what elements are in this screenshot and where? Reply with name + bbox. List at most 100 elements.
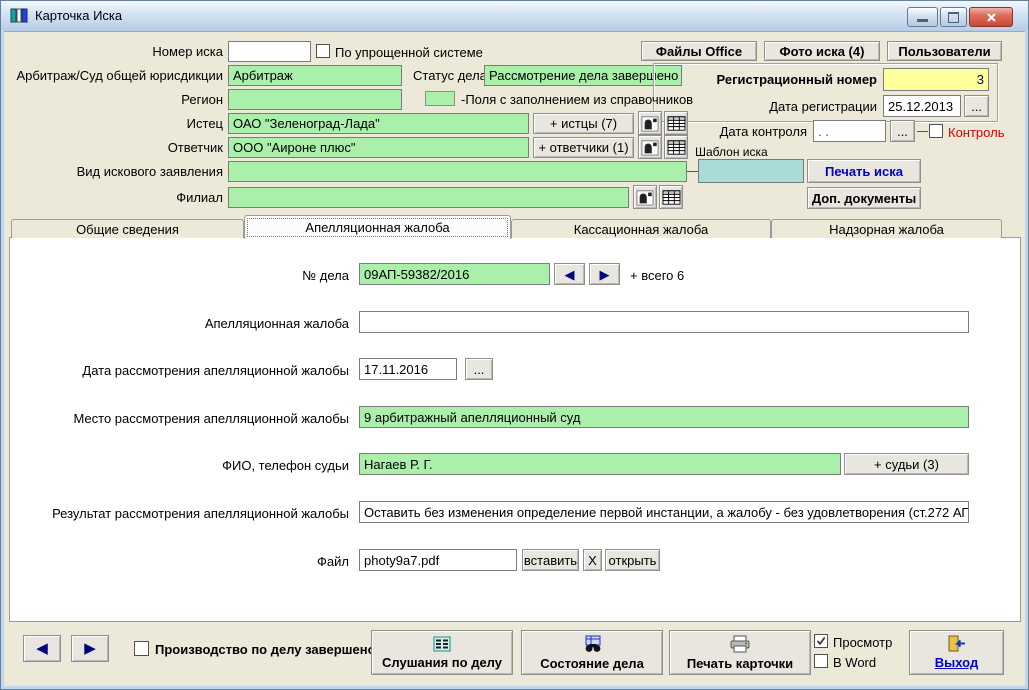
printer-icon — [729, 635, 751, 653]
word-checkbox[interactable] — [814, 654, 828, 668]
close-button[interactable] — [969, 7, 1013, 27]
users-button[interactable]: Пользователи — [887, 41, 1002, 61]
hearings-button-label: Слушания по делу — [382, 655, 502, 670]
close-icon — [986, 12, 997, 23]
branch-table-button[interactable] — [659, 185, 683, 209]
registration-date-picker-button[interactable]: ... — [964, 95, 989, 117]
print-card-button[interactable]: Печать карточки — [669, 630, 811, 675]
photo-button[interactable]: Фото иска (4) — [764, 41, 880, 61]
defendant-field[interactable]: ООО "Аироне плюс" — [228, 137, 529, 158]
legend-swatch — [425, 91, 455, 106]
case-next-button[interactable]: ▶ — [589, 263, 620, 285]
arrow-left-icon: ◀ — [565, 268, 575, 281]
hearings-grid-icon — [433, 636, 451, 652]
control-checkbox[interactable] — [929, 124, 943, 138]
registration-number-label: Регистрационный номер — [661, 72, 877, 87]
claim-type-field[interactable] — [228, 161, 687, 182]
branch-field[interactable] — [228, 187, 629, 208]
table-icon — [662, 189, 681, 206]
control-date-picker-button[interactable]: ... — [890, 120, 915, 142]
review-date-field[interactable]: 17.11.2016 — [359, 358, 457, 380]
defendant-label: Ответчик — [1, 140, 223, 155]
minimize-button[interactable] — [907, 7, 938, 27]
control-date-field[interactable]: . . — [813, 120, 886, 142]
tab-appeal[interactable]: Апелляционная жалоба — [244, 215, 511, 239]
file-open-button[interactable]: открыть — [605, 549, 660, 571]
case-card-window: Карточка Иска Номер иска По упрощенной с… — [0, 0, 1029, 690]
preview-checkbox-label: Просмотр — [833, 635, 892, 650]
case-number-label: № дела — [101, 268, 349, 283]
judge-label: ФИО, телефон судьи — [21, 458, 349, 473]
judges-list-button[interactable]: + судьи (3) — [844, 453, 969, 475]
plaintiff-field[interactable]: ОАО "Зеленоград-Лада" — [228, 113, 529, 134]
file-label: Файл — [21, 554, 349, 569]
books-icon — [10, 7, 29, 27]
template-field[interactable] — [698, 159, 804, 183]
plaintiffs-list-button[interactable]: + истцы (7) — [533, 113, 634, 134]
check-icon — [816, 636, 826, 646]
file-clear-button[interactable]: X — [583, 549, 602, 571]
simplified-checkbox[interactable] — [316, 44, 330, 58]
files-office-button[interactable]: Файлы Office — [641, 41, 757, 61]
hearings-button[interactable]: Слушания по делу — [371, 630, 513, 675]
region-field[interactable] — [228, 89, 402, 110]
template-connector-line — [687, 171, 698, 172]
defendant-table-button[interactable] — [664, 135, 688, 159]
exit-button[interactable]: Выход — [909, 630, 1004, 675]
court-label: Арбитраж/Суд общей юрисдикции — [1, 68, 223, 83]
registration-date-field[interactable]: 25.12.2013 — [883, 95, 961, 117]
defendants-list-button[interactable]: + ответчики (1) — [533, 137, 634, 158]
exit-button-label: Выход — [935, 655, 978, 670]
case-prev-button[interactable]: ◀ — [554, 263, 585, 285]
control-checkbox-label: Контроль — [948, 125, 1004, 140]
appeal-label: Апелляционная жалоба — [61, 316, 349, 331]
file-field[interactable]: photy9a7.pdf — [359, 549, 517, 571]
file-insert-button[interactable]: вставить — [522, 549, 579, 571]
template-label: Шаблон иска — [695, 145, 768, 159]
review-date-label: Дата рассмотрения апелляционной жалобы — [21, 363, 349, 378]
tab-supervisory[interactable]: Надзорная жалоба — [771, 219, 1002, 238]
tab-cassation[interactable]: Кассационная жалоба — [511, 219, 771, 238]
branch-photo-button[interactable] — [633, 185, 657, 209]
camera-icon — [641, 115, 659, 132]
claim-number-label: Номер иска — [1, 44, 223, 59]
appeal-field[interactable] — [359, 311, 969, 333]
case-finished-checkbox[interactable] — [134, 641, 149, 656]
case-number-field[interactable]: 09АП-59382/2016 — [359, 263, 550, 285]
camera-icon — [636, 189, 654, 206]
camera-icon — [641, 139, 659, 156]
print-claim-button[interactable]: Печать иска — [807, 159, 921, 183]
status-label: Статус дела — [413, 68, 487, 83]
claim-number-field[interactable] — [228, 41, 311, 62]
preview-checkbox[interactable] — [814, 634, 828, 648]
plaintiff-photo-button[interactable] — [638, 111, 662, 135]
court-field[interactable]: Арбитраж — [228, 65, 402, 86]
plaintiff-table-button[interactable] — [664, 111, 688, 135]
word-checkbox-label: В Word — [833, 655, 876, 670]
tab-general[interactable]: Общие сведения — [11, 219, 244, 238]
review-place-label: Место рассмотрения апелляционной жалобы — [21, 411, 349, 426]
registration-number-field[interactable]: 3 — [883, 68, 989, 91]
arrow-left-icon: ◀ — [36, 641, 48, 656]
control-connector-line — [917, 131, 928, 132]
arrow-right-icon: ▶ — [600, 268, 610, 281]
maximize-button[interactable] — [940, 7, 967, 27]
review-date-picker-button[interactable]: ... — [465, 358, 493, 380]
extra-docs-button[interactable]: Доп. документы — [807, 187, 921, 209]
print-card-button-label: Печать карточки — [687, 656, 793, 671]
case-total-text: + всего 6 — [630, 268, 684, 283]
minimize-icon — [917, 19, 928, 22]
binoculars-icon — [581, 635, 603, 653]
judge-field[interactable]: Нагаев Р. Г. — [359, 453, 841, 475]
window-title: Карточка Иска — [35, 8, 122, 23]
result-label: Результат рассмотрения апелляционной жал… — [1, 506, 349, 521]
case-state-button-label: Состояние дела — [540, 656, 644, 671]
record-next-button[interactable]: ▶ — [71, 635, 109, 662]
table-icon — [667, 139, 686, 156]
plaintiff-label: Истец — [1, 116, 223, 131]
record-prev-button[interactable]: ◀ — [23, 635, 61, 662]
case-state-button[interactable]: Состояние дела — [521, 630, 663, 675]
defendant-photo-button[interactable] — [638, 135, 662, 159]
result-field[interactable]: Оставить без изменения определение перво… — [359, 501, 969, 523]
review-place-field[interactable]: 9 арбитражный апелляционный суд — [359, 406, 969, 428]
